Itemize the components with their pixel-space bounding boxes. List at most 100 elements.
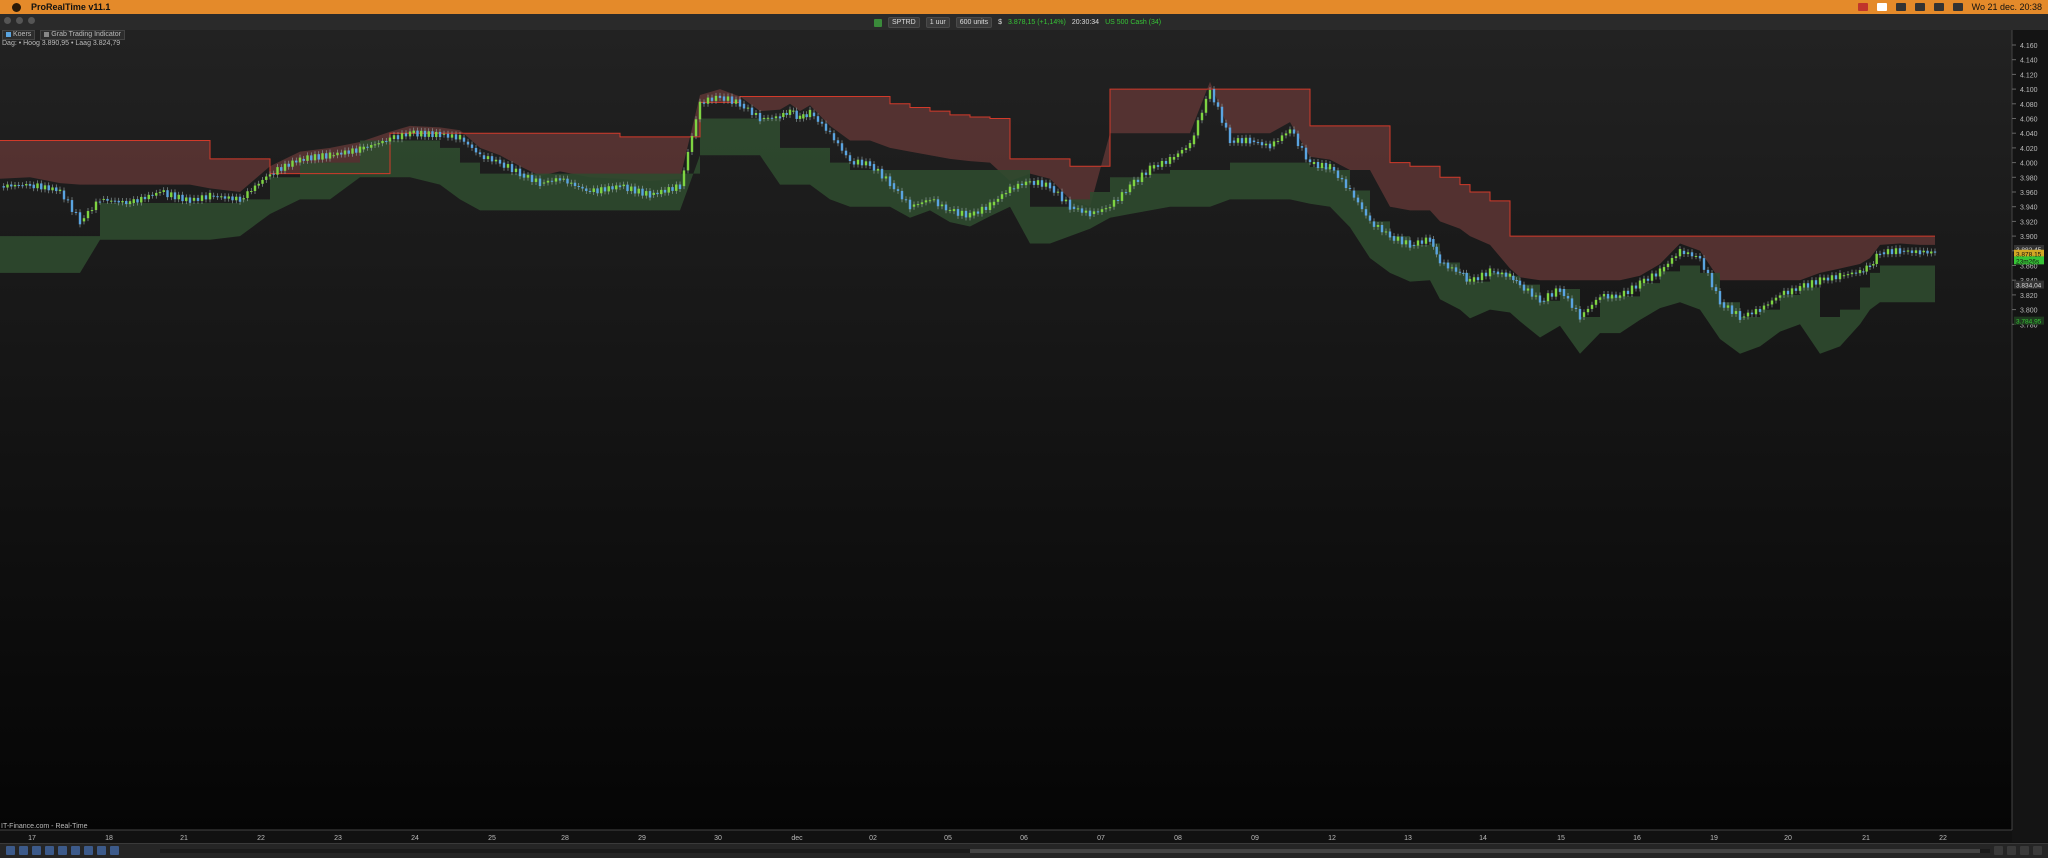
candle[interactable] [113,200,117,202]
candle[interactable] [782,112,785,118]
minimize-icon[interactable] [16,17,23,24]
candle[interactable] [498,159,502,164]
candle[interactable] [78,212,82,225]
candle[interactable] [1476,277,1480,281]
candle[interactable] [734,99,738,104]
candle[interactable] [1562,289,1566,297]
candle[interactable] [121,200,124,203]
candle[interactable] [1910,250,1914,253]
candle[interactable] [1052,186,1056,193]
candle[interactable] [876,168,880,171]
candle[interactable] [940,204,944,207]
candle[interactable] [573,182,577,187]
candle[interactable] [1542,300,1546,302]
candle[interactable] [1360,202,1364,210]
candle[interactable] [102,198,105,200]
candle[interactable] [10,184,13,187]
candle[interactable] [884,176,888,179]
candle[interactable] [514,168,518,173]
candle[interactable] [992,201,996,206]
candle[interactable] [1308,159,1312,163]
candle[interactable] [988,202,992,210]
candle[interactable] [466,141,470,145]
candle[interactable] [1746,312,1750,317]
candle[interactable] [223,196,227,199]
candle[interactable] [785,112,788,115]
candle[interactable] [792,110,795,112]
candle[interactable] [1662,267,1666,272]
candle[interactable] [1092,211,1096,215]
candle[interactable] [1404,240,1408,245]
candle[interactable] [1774,297,1778,301]
candle[interactable] [550,180,554,182]
candle[interactable] [265,176,268,180]
candle[interactable] [968,212,972,218]
candle[interactable] [603,187,607,192]
candle[interactable] [1420,240,1424,244]
candle[interactable] [162,190,165,192]
maximize-icon[interactable] [28,17,35,24]
candle[interactable] [90,210,94,212]
candle[interactable] [280,167,283,171]
candle[interactable] [562,178,565,180]
candle[interactable] [1176,153,1180,158]
candle[interactable] [1838,273,1842,280]
candle[interactable] [1626,290,1630,295]
candle[interactable] [1578,309,1582,320]
candle[interactable] [1574,307,1578,310]
candle[interactable] [1826,277,1830,281]
candle[interactable] [1546,293,1550,302]
candle[interactable] [1188,143,1192,149]
candle[interactable] [1830,275,1834,281]
candle[interactable] [431,131,434,138]
candle[interactable] [1296,133,1300,147]
candle[interactable] [13,184,17,187]
candle[interactable] [1004,192,1008,195]
candle[interactable] [1064,199,1068,202]
candle[interactable] [585,188,588,191]
candle[interactable] [872,164,876,171]
candle[interactable] [774,116,778,119]
candle[interactable] [1364,209,1368,216]
candle[interactable] [1534,295,1538,297]
candle[interactable] [592,188,595,192]
candle[interactable] [1356,197,1360,203]
candle[interactable] [400,133,404,140]
candle[interactable] [1168,156,1172,164]
candle[interactable] [622,184,625,187]
candle[interactable] [896,189,900,191]
candle[interactable] [216,196,219,198]
candle[interactable] [718,95,722,98]
candle[interactable] [900,190,904,200]
candle[interactable] [836,140,840,144]
candle[interactable] [663,189,667,193]
candle[interactable] [388,137,392,142]
candle[interactable] [1348,187,1352,189]
candle[interactable] [170,192,173,198]
candle[interactable] [1554,288,1558,297]
candle[interactable] [1558,288,1562,292]
candle[interactable] [192,197,196,201]
candle[interactable] [494,159,498,162]
candle[interactable] [51,187,54,191]
candle[interactable] [1100,209,1104,212]
candle[interactable] [1396,236,1400,241]
candle[interactable] [1332,167,1336,171]
candle[interactable] [474,147,478,153]
candle[interactable] [972,211,976,216]
candle[interactable] [1008,186,1012,193]
candle[interactable] [702,102,706,104]
apple-icon[interactable] [12,2,21,12]
candle[interactable] [408,131,412,137]
candle[interactable] [1798,286,1802,291]
bluetooth-icon[interactable] [1895,3,1906,11]
candle[interactable] [328,152,332,159]
candle[interactable] [1618,295,1622,298]
candle[interactable] [377,143,380,145]
candle[interactable] [1276,140,1280,142]
candle[interactable] [204,195,208,200]
candle[interactable] [1016,183,1020,189]
candle[interactable] [128,201,132,205]
candle[interactable] [1020,183,1024,186]
candle[interactable] [1152,165,1156,169]
